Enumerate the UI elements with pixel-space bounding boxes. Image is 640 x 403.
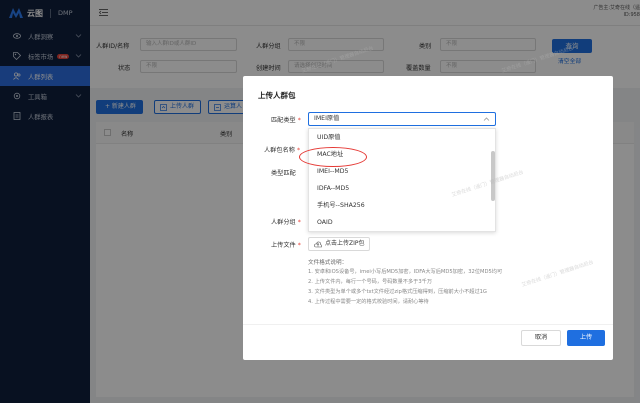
upload-submit-button[interactable]: 上传 <box>567 330 605 346</box>
match-type-value: IMEI原值 <box>314 115 340 122</box>
match-type-label-text: 匹配类型 <box>271 117 296 124</box>
required-mark: * <box>296 147 301 154</box>
dropdown-option[interactable]: OAID <box>309 214 495 231</box>
dropdown-option[interactable]: 手机号--SHA256 <box>309 197 495 214</box>
upload-file-label-text: 上传文件 <box>271 242 296 249</box>
format-line: 2. 上传文件内，每行一个号码，号码数量不多于3千万 <box>308 279 433 285</box>
chevron-up-icon <box>483 117 490 121</box>
upload-file-label: 上传文件 * <box>271 240 301 249</box>
format-line: 1. 安卓和iOS设备号，imei小写后MD5加密，IDFA大写后MD5加密，3… <box>308 269 503 275</box>
group-label: 人群分组 * <box>271 217 301 226</box>
group-label-text: 人群分组 <box>271 219 296 226</box>
match-type-select[interactable]: IMEI原值 <box>308 112 496 126</box>
format-title: 文件格式说明： <box>308 260 348 266</box>
format-line: 4. 上传过程中需要一定的格式校验时间，请耐心等待 <box>308 299 429 305</box>
match-type-dropdown: UID原值 MAC地址 IMEI--MD5 IDFA--MD5 手机号--SHA… <box>308 128 496 232</box>
upload-audience-modal: 上传人群包 匹配类型 * IMEI原值 人群包名称 * 类型匹配 人群分组 * UID… <box>243 76 613 360</box>
modal-title: 上传人群包 <box>258 91 296 100</box>
required-mark: * <box>297 117 301 124</box>
format-line: 3. 文件类型为单个或多个txt文件经过zip格式压缩得到，压缩前大小不超过1G <box>308 289 487 295</box>
match-type-label: 匹配类型 * <box>271 115 301 124</box>
cloud-upload-icon <box>314 241 322 248</box>
required-mark: * <box>297 242 301 249</box>
cancel-button[interactable]: 取消 <box>521 330 561 346</box>
highlight-annotation <box>299 147 367 167</box>
upload-zip-button[interactable]: 点击上传ZIP包 <box>308 237 370 251</box>
package-name-label: 人群包名称 * <box>264 145 300 154</box>
upload-zip-label: 点击上传ZIP包 <box>325 240 365 247</box>
required-mark: * <box>297 219 301 226</box>
dropdown-scrollbar[interactable] <box>491 151 495 201</box>
dropdown-option[interactable]: UID原值 <box>309 129 495 146</box>
type-match-label: 类型匹配 <box>271 170 296 177</box>
package-name-label-text: 人群包名称 <box>264 147 295 154</box>
